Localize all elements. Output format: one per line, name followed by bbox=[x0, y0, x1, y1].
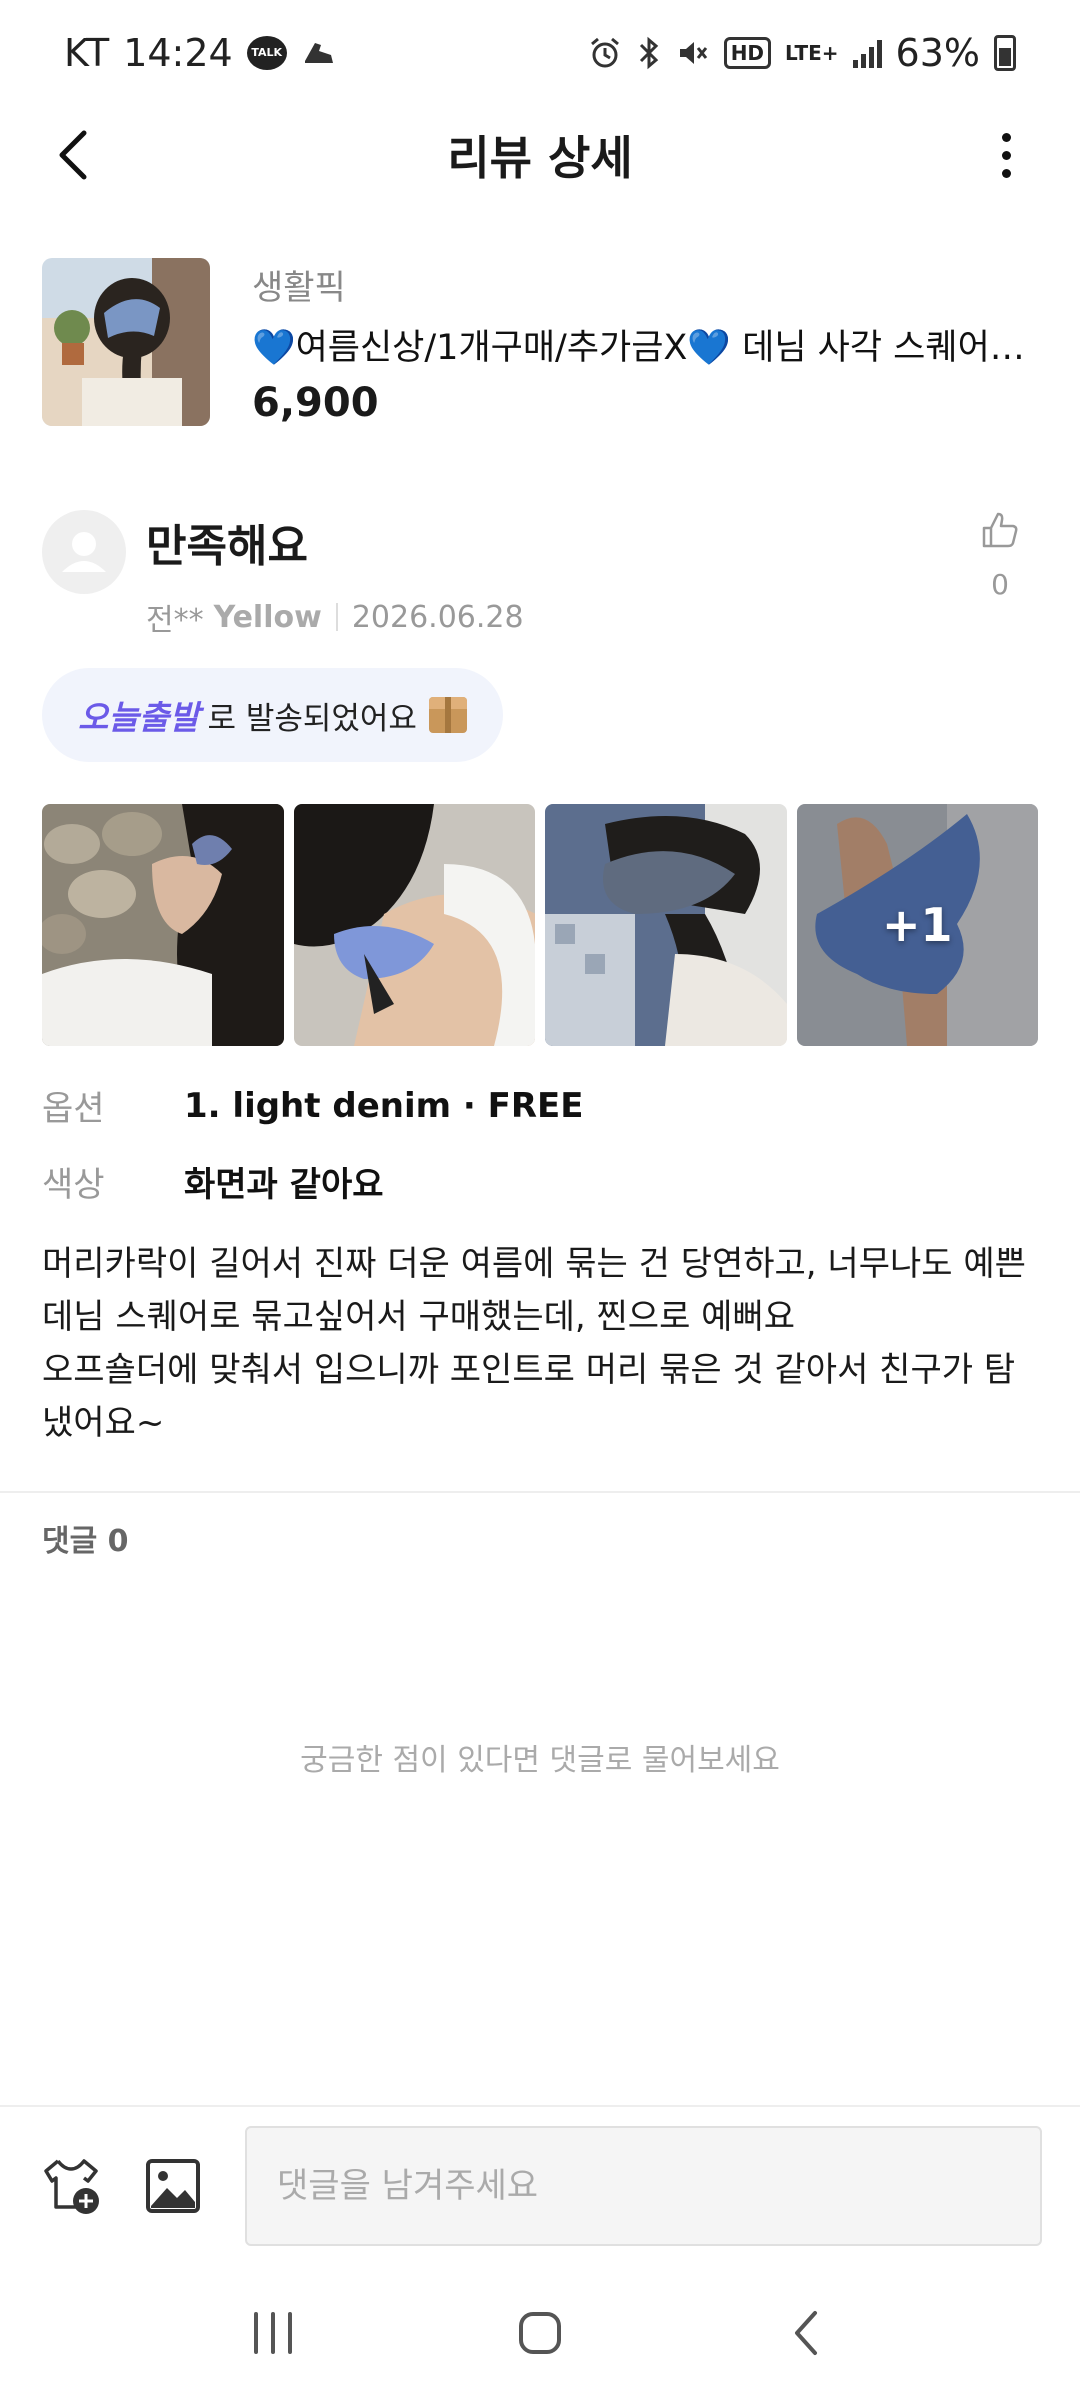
carrier-label: KT bbox=[64, 30, 110, 75]
attach-product-button[interactable] bbox=[38, 2153, 104, 2219]
comment-input[interactable] bbox=[245, 2126, 1042, 2246]
avatar bbox=[42, 510, 126, 594]
attach-image-button[interactable] bbox=[140, 2153, 205, 2219]
product-name: 💙여름신상/1개구매/추가금X💙 데님 사각 스퀘어 빅 스크런치 bbox=[252, 328, 1032, 368]
thumbs-up-icon bbox=[982, 512, 1018, 548]
back-button[interactable] bbox=[42, 123, 106, 187]
package-icon bbox=[428, 697, 467, 733]
today-shipping-label: 오늘출발 bbox=[78, 698, 200, 737]
comment-bar bbox=[0, 2105, 1080, 2265]
review-photo-more[interactable]: +1 bbox=[796, 804, 1038, 1046]
review-photos: +1 bbox=[42, 804, 1038, 1046]
review-date: 2026.06.28 bbox=[351, 599, 524, 635]
top-app-bar: 리뷰 상세 bbox=[0, 105, 1080, 205]
chevron-left-icon bbox=[59, 130, 87, 180]
kakaotalk-icon: TALK bbox=[246, 35, 287, 70]
shipping-badge: 오늘출발 로 발송되었어요 bbox=[42, 668, 503, 762]
bluetooth-icon bbox=[636, 36, 662, 70]
product-thumbnail[interactable] bbox=[42, 258, 210, 426]
shirt-add-icon bbox=[44, 2159, 99, 2214]
review-photo[interactable] bbox=[293, 804, 535, 1046]
like-button[interactable]: 0 bbox=[960, 510, 1040, 601]
empty-comments-message: 궁금한 점이 있다면 댓글로 물어보세요 bbox=[300, 1743, 780, 1778]
more-dot bbox=[1001, 168, 1011, 178]
system-nav-bar bbox=[0, 2265, 1080, 2400]
back-icon bbox=[794, 2310, 817, 2355]
review-author: 전** bbox=[146, 603, 204, 638]
image-icon bbox=[145, 2159, 200, 2213]
status-bar: KT 14:24 TALK HD LTE+ 63% bbox=[0, 0, 1080, 105]
user-icon bbox=[62, 532, 106, 572]
more-options-button[interactable] bbox=[974, 123, 1038, 187]
hd-icon: HD bbox=[723, 36, 772, 69]
review-photo[interactable] bbox=[545, 804, 787, 1046]
alarm-icon bbox=[588, 36, 622, 70]
home-button[interactable] bbox=[490, 2283, 590, 2383]
review-text: 머리카락이 길어서 진짜 더운 여름에 묶는 건 당연하고, 너무나도 예쁜 데… bbox=[42, 1244, 1026, 1443]
more-dot bbox=[1001, 150, 1011, 160]
section-divider bbox=[0, 1491, 1080, 1493]
signal-icon bbox=[852, 38, 882, 68]
comment-count: 댓글 0 bbox=[42, 1524, 129, 1559]
option-row: 옵션 1. light denim · FREE bbox=[42, 1081, 1042, 1130]
network-type-icon: LTE+ bbox=[785, 40, 839, 65]
recent-apps-button[interactable] bbox=[223, 2283, 323, 2383]
review-title: 만족해요 bbox=[146, 521, 308, 572]
recent-apps-icon bbox=[254, 2311, 293, 2354]
shipping-text: 로 발송되었어요 bbox=[207, 700, 417, 737]
review-meta: 전** Yellow 2026.06.28 bbox=[146, 595, 524, 639]
option-value: 1. light denim · FREE bbox=[184, 1085, 584, 1126]
battery-icon bbox=[994, 34, 1016, 71]
product-price: 6,900 bbox=[252, 380, 379, 426]
clock: 14:24 bbox=[123, 30, 233, 75]
page-title: 리뷰 상세 bbox=[447, 131, 633, 185]
home-icon bbox=[518, 2311, 561, 2354]
color-label: 색상 bbox=[42, 1165, 105, 1205]
color-value: 화면과 같아요 bbox=[184, 1165, 384, 1205]
product-summary[interactable]: 생활픽 💙여름신상/1개구매/추가금X💙 데님 사각 스퀘어 빅 스크런치 6,… bbox=[42, 258, 1042, 428]
battery-percent: 63% bbox=[895, 30, 980, 75]
like-count: 0 bbox=[991, 568, 1009, 601]
review-photo[interactable] bbox=[42, 804, 284, 1046]
mute-icon bbox=[676, 36, 710, 70]
meta-divider bbox=[335, 603, 338, 631]
color-row: 색상 화면과 같아요 bbox=[42, 1157, 1042, 1206]
more-photos-count: +1 bbox=[881, 898, 953, 952]
more-dots-icon bbox=[1001, 132, 1011, 142]
sneaker-icon bbox=[301, 35, 337, 71]
option-label: 옵션 bbox=[42, 1089, 105, 1129]
system-back-button[interactable] bbox=[757, 2283, 857, 2383]
product-brand: 생활픽 bbox=[252, 268, 346, 308]
member-grade: Yellow bbox=[213, 599, 322, 635]
